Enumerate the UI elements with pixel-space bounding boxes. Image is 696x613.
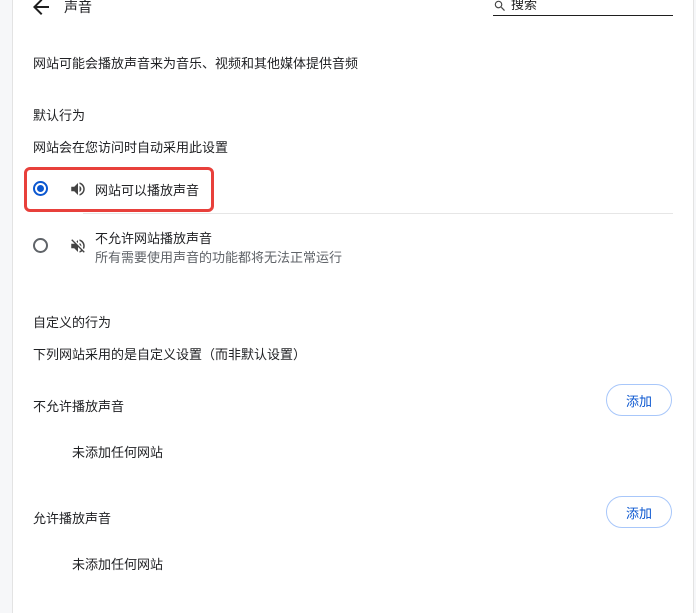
default-behavior-heading: 默认行为 xyxy=(33,109,86,124)
block-empty-text: 未添加任何网站 xyxy=(72,446,164,461)
page-title: 声音 xyxy=(64,0,92,16)
custom-behavior-description: 下列网站采用的是自定义设置（而非默认设置） xyxy=(33,348,307,363)
add-block-button[interactable]: 添加 xyxy=(606,384,672,416)
search-icon xyxy=(494,0,505,11)
allow-empty-text: 未添加任何网站 xyxy=(72,558,164,573)
allow-section-title: 允许播放声音 xyxy=(33,512,112,527)
option-sublabel: 所有需要使用声音的功能都将无法正常运行 xyxy=(95,251,343,266)
custom-behavior-heading: 自定义的行为 xyxy=(33,316,112,331)
default-behavior-description: 网站会在您访问时自动采用此设置 xyxy=(33,141,229,156)
block-section-title: 不允许播放声音 xyxy=(33,400,125,415)
divider xyxy=(83,213,673,214)
search-box[interactable] xyxy=(493,0,673,16)
option-label: 不允许网站播放声音 xyxy=(95,232,213,247)
add-allow-button[interactable]: 添加 xyxy=(606,496,672,528)
radio-block-sound[interactable] xyxy=(33,238,48,253)
option-label: 网站可以播放声音 xyxy=(95,184,200,199)
back-button[interactable] xyxy=(29,0,53,19)
arrow-left-icon xyxy=(33,0,49,15)
option-allow-sound[interactable]: 网站可以播放声音 xyxy=(33,172,673,206)
search-input[interactable] xyxy=(511,0,669,13)
radio-allow-sound[interactable] xyxy=(33,181,48,196)
speaker-muted-icon xyxy=(71,239,85,253)
intro-text: 网站可能会播放声音来为音乐、视频和其他媒体提供音频 xyxy=(33,57,359,72)
option-block-sound[interactable]: 不允许网站播放声音 所有需要使用声音的功能都将无法正常运行 xyxy=(33,226,673,266)
speaker-icon xyxy=(71,182,85,196)
settings-panel: 声音 网站可能会播放声音来为音乐、视频和其他媒体提供音频 默认行为 网站会在您访… xyxy=(12,0,694,613)
